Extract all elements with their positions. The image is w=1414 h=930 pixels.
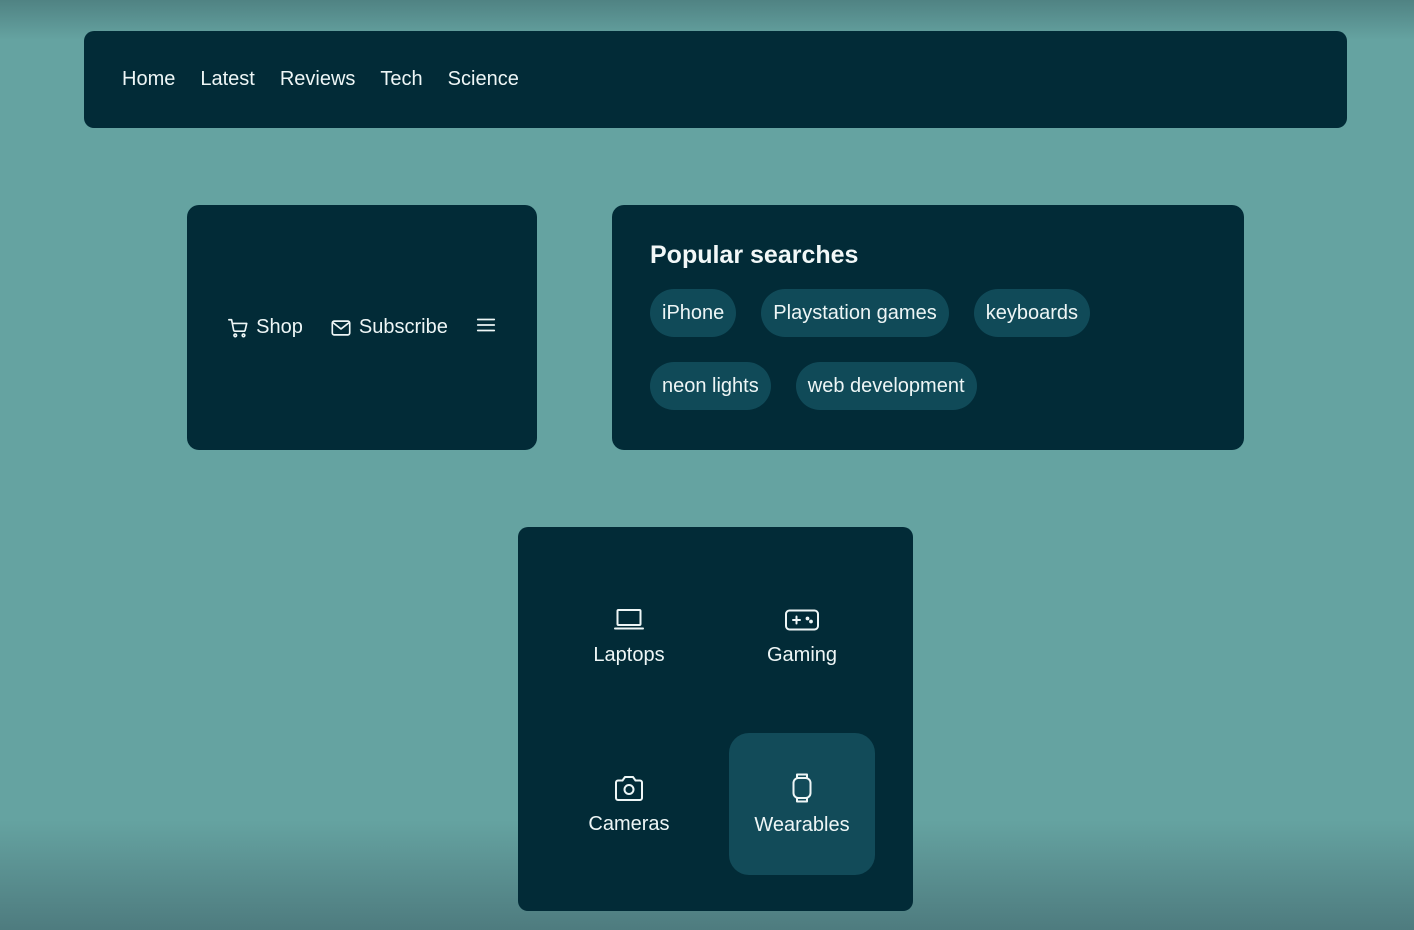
top-navigation-bar: Home Latest Reviews Tech Science: [84, 31, 1347, 128]
watch-icon: [788, 772, 816, 814]
categories-panel: Laptops Gaming Cameras Wearables: [518, 527, 913, 911]
category-label: Wearables: [754, 813, 850, 836]
nav-link-tech[interactable]: Tech: [380, 68, 422, 91]
category-gaming[interactable]: Gaming: [729, 565, 875, 707]
gamepad-icon: [784, 606, 820, 644]
search-chip-web-development[interactable]: web development: [795, 362, 977, 410]
shop-label: Shop: [256, 316, 303, 338]
category-label: Laptops: [593, 643, 665, 666]
category-laptops[interactable]: Laptops: [556, 565, 702, 707]
category-wearables[interactable]: Wearables: [729, 733, 875, 875]
laptop-icon: [613, 606, 645, 644]
nav-link-home[interactable]: Home: [122, 68, 175, 91]
nav-link-science[interactable]: Science: [448, 68, 519, 91]
mail-icon: [330, 317, 352, 339]
category-label: Cameras: [588, 812, 670, 835]
popular-searches-title: Popular searches: [650, 241, 859, 269]
search-chip-playstation-games[interactable]: Playstation games: [761, 289, 949, 337]
camera-icon: [612, 773, 646, 813]
search-chips: iPhone Playstation games keyboards neon …: [650, 289, 1170, 410]
search-chip-keyboards[interactable]: keyboards: [973, 289, 1090, 337]
category-cameras[interactable]: Cameras: [556, 733, 702, 875]
hamburger-menu-icon: [475, 314, 497, 341]
subscribe-button[interactable]: Subscribe: [330, 316, 448, 339]
subscribe-label: Subscribe: [358, 316, 448, 338]
search-chip-neon-lights[interactable]: neon lights: [650, 362, 771, 410]
category-label: Gaming: [766, 643, 838, 666]
menu-button[interactable]: [475, 314, 497, 341]
nav-link-reviews[interactable]: Reviews: [280, 68, 356, 91]
actions-panel: Shop Subscribe: [187, 205, 537, 450]
cart-icon: [227, 317, 249, 339]
shop-button[interactable]: Shop: [227, 316, 303, 339]
popular-searches-panel: Popular searches iPhone Playstation game…: [612, 205, 1244, 450]
nav-link-latest[interactable]: Latest: [200, 68, 254, 91]
search-chip-iphone[interactable]: iPhone: [650, 289, 737, 337]
